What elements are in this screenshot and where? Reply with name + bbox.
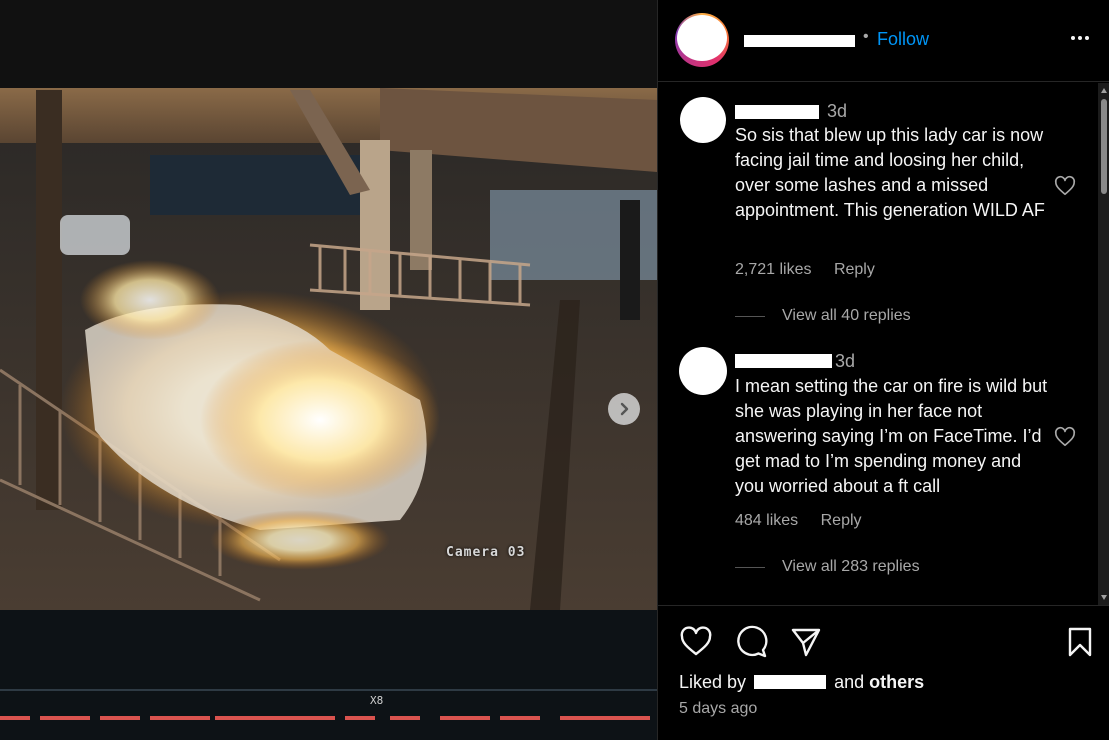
- replies-divider: [735, 315, 765, 317]
- comments-list[interactable]: 3d So sis that blew up this lady car is …: [658, 83, 1098, 605]
- comment-meta: 2,721 likes Reply: [735, 261, 875, 279]
- liked-by-prefix: Liked by: [679, 672, 747, 692]
- comment-time: 3d: [835, 351, 856, 371]
- scrollbar-thumb[interactable]: [1101, 99, 1107, 194]
- camera-label: Camera 03: [446, 545, 526, 560]
- heart-icon[interactable]: [1054, 426, 1076, 448]
- post-media[interactable]: Camera 03 X8: [0, 0, 657, 740]
- commenter-avatar[interactable]: [679, 347, 727, 395]
- commenter-avatar[interactable]: [680, 97, 726, 143]
- liked-by-and: and: [834, 672, 865, 692]
- comment-time: 3d: [827, 101, 848, 121]
- view-replies-button[interactable]: View all 40 replies: [735, 307, 911, 325]
- liked-by-others[interactable]: others: [869, 672, 924, 692]
- comment-bubble-icon[interactable]: [734, 625, 768, 659]
- playback-speed-label: X8: [370, 694, 384, 707]
- comments-scrollbar[interactable]: [1098, 83, 1109, 605]
- post-header: • Follow: [658, 0, 1109, 82]
- comment-text: So sis that blew up this lady car is now…: [735, 125, 1045, 220]
- author-username-redacted[interactable]: [744, 35, 855, 47]
- view-replies-label: View all 40 replies: [782, 307, 911, 324]
- author-avatar[interactable]: [675, 13, 729, 67]
- liked-by-line: Liked by and others: [679, 672, 924, 693]
- heart-icon[interactable]: [1054, 175, 1076, 197]
- comment-meta: 484 likes Reply: [735, 512, 862, 530]
- security-camera-video-frame: [0, 0, 657, 740]
- liker-username-redacted[interactable]: [754, 675, 827, 689]
- reply-button[interactable]: Reply: [821, 512, 862, 529]
- view-replies-label: View all 283 replies: [782, 558, 920, 575]
- comment-likes[interactable]: 484 likes: [735, 512, 798, 529]
- reply-button[interactable]: Reply: [834, 261, 875, 278]
- post-side-panel: • Follow 3d So sis that blew up this lad…: [657, 0, 1109, 740]
- share-paper-plane-icon[interactable]: [789, 625, 823, 659]
- replies-divider: [735, 566, 765, 568]
- view-replies-button[interactable]: View all 283 replies: [735, 558, 920, 576]
- comment-text: I mean setting the car on fire is wild b…: [735, 376, 1048, 496]
- next-media-button[interactable]: [608, 393, 640, 425]
- chevron-right-icon: [620, 402, 629, 416]
- separator-dot: •: [863, 28, 869, 45]
- scroll-up-arrow-icon[interactable]: [1101, 88, 1107, 93]
- follow-button[interactable]: Follow: [877, 29, 929, 50]
- save-bookmark-icon[interactable]: [1063, 625, 1097, 659]
- scroll-down-arrow-icon[interactable]: [1101, 595, 1107, 600]
- like-heart-icon[interactable]: [679, 625, 713, 659]
- commenter-username-redacted[interactable]: [735, 354, 832, 368]
- comment-likes[interactable]: 2,721 likes: [735, 261, 812, 278]
- more-options-icon[interactable]: [1068, 26, 1092, 50]
- commenter-username-redacted[interactable]: [735, 105, 819, 119]
- post-timestamp[interactable]: 5 days ago: [679, 700, 757, 718]
